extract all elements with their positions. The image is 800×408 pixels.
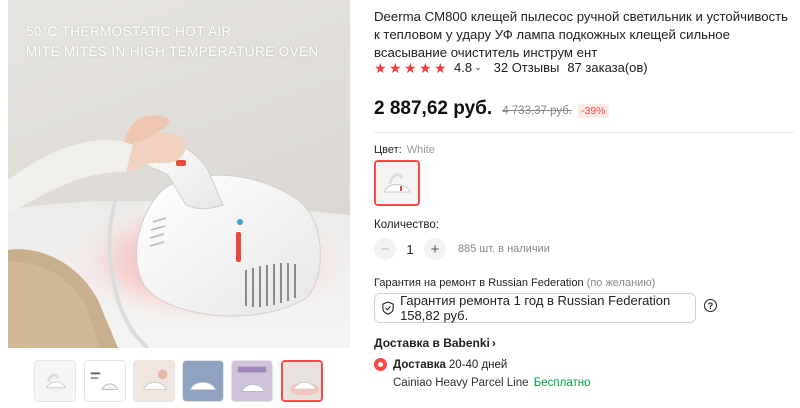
reviews-link[interactable]: 32 Отзывы [494,60,560,75]
shipping-destination-link[interactable]: Доставка в Babenki › [374,336,496,350]
increase-button[interactable]: + [424,238,446,260]
color-swatch-white[interactable] [374,160,420,206]
orders-count: 87 заказа(ов) [567,60,648,75]
quantity-value[interactable]: 1 [396,242,424,257]
decrease-button[interactable]: − [374,238,396,260]
quantity-label: Количество: [374,219,439,231]
help-icon[interactable]: ? [704,299,717,312]
shipping-price: Бесплатно [533,377,591,389]
radio-selected-icon[interactable] [374,358,387,371]
star-icon: ★ [374,59,387,76]
product-title: Deerma CM800 клещей пылесос ручной свети… [374,9,789,60]
carrier-name: Cainiao Heavy Parcel Line [393,377,529,389]
color-value: White [406,144,435,156]
thumbnail-6[interactable] [281,360,323,402]
warranty-option[interactable]: Гарантия ремонта 1 год в Russian Federat… [374,293,696,323]
delivery-option[interactable]: Доставка 20-40 дней [374,358,507,371]
thumbnail-5[interactable] [231,360,273,402]
current-price: 2 887,62 руб. [374,98,493,119]
color-label: Цвет: White [374,144,435,156]
rating-value[interactable]: 4.8 [454,60,472,75]
divider [374,132,794,133]
star-icon: ★ [419,59,432,76]
stock-count: 885 шт. в наличии [458,243,550,255]
star-icon: ★ [404,59,417,76]
shipping-link-text: Доставка в Babenki [374,336,490,350]
hero-caption-line1: 50°C THERMOSTATIC HOT AIR [26,24,232,39]
warranty-label-text: Гарантия на ремонт в Russian Federation [374,277,584,289]
old-price: 4 733,37 руб. [502,105,573,117]
warranty-option-text: Гарантия ремонта 1 год в Russian Federat… [400,293,671,323]
quantity-stepper: − 1 + 885 шт. в наличии [374,238,550,260]
delivery-title: Доставка [393,358,446,371]
thumbnail-2[interactable] [84,360,126,402]
thumbnail-4[interactable] [182,360,224,402]
rating-stars: ★ ★ ★ ★ ★ [374,61,448,75]
product-main-image[interactable]: 50°C THERMOSTATIC HOT AIR MITE MITES IN … [8,0,350,348]
hero-caption-line2: MITE MITES IN HIGH TEMPERATURE OVEN [26,44,319,59]
shield-icon [382,301,394,315]
thumbnail-3[interactable] [133,360,175,402]
warranty-optional: (по желанию) [586,277,656,289]
star-icon: ★ [389,59,402,76]
carrier-info: Cainiao Heavy Parcel Line Бесплатно [393,377,591,389]
delivery-days: 20-40 дней [448,358,508,371]
color-label-text: Цвет: [374,144,402,156]
star-icon: ★ [434,59,447,76]
price-row: 2 887,62 руб. 4 733,37 руб. -39% [374,98,609,120]
discount-badge: -39% [578,104,609,118]
chevron-down-icon[interactable]: ⌄ [474,62,482,73]
warranty-label: Гарантия на ремонт в Russian Federation … [374,277,655,289]
chevron-right-icon: › [491,336,496,350]
rating-row: ★ ★ ★ ★ ★ 4.8 ⌄ 32 Отзывы 87 заказа(ов) [374,60,648,75]
thumbnail-1[interactable] [34,360,76,402]
hero-caption: 50°C THERMOSTATIC HOT AIR MITE MITES IN … [26,22,319,62]
